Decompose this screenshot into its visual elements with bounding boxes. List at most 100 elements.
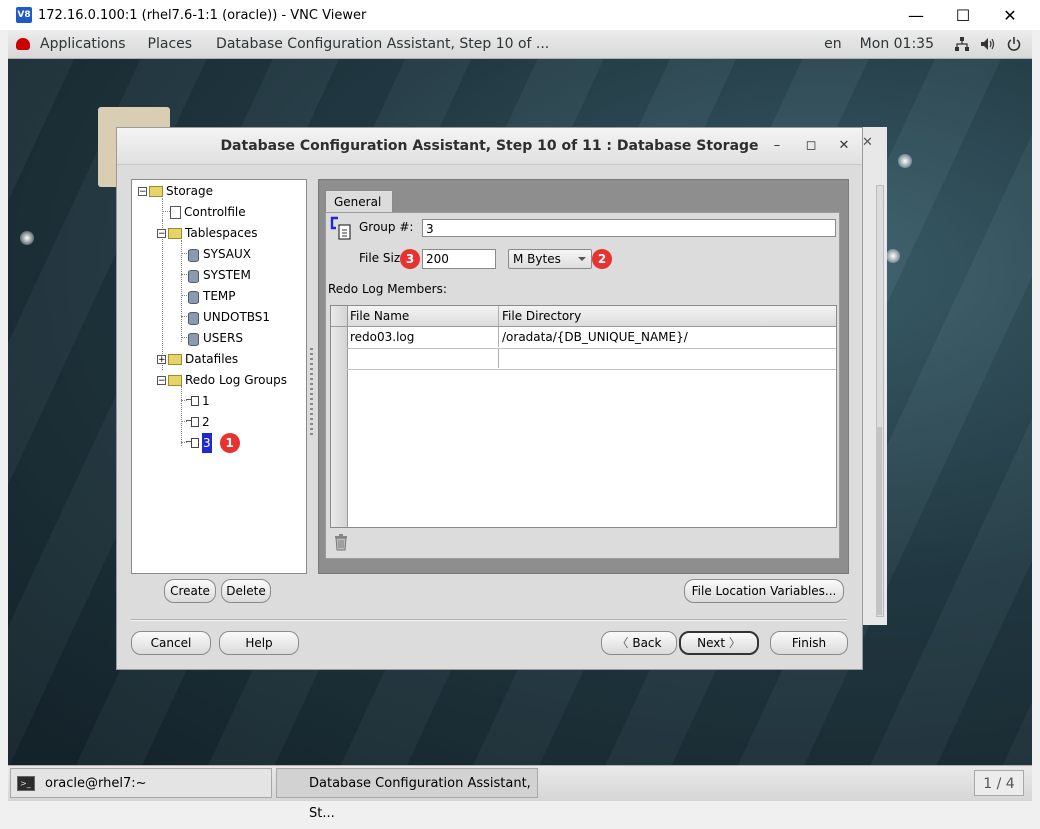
table-cell-empty[interactable] — [499, 348, 836, 368]
tablespace-icon — [186, 332, 200, 346]
tree-node-redo-group-3[interactable]: 3 1 — [186, 433, 240, 453]
tree-label: TEMP — [203, 289, 236, 303]
system-tray: en Mon 01:35 — [824, 30, 1032, 58]
cancel-button[interactable]: Cancel — [131, 631, 211, 655]
applications-menu[interactable]: Applications — [40, 36, 126, 52]
tree-node-temp[interactable]: TEMP — [186, 286, 236, 306]
panel-splitter[interactable] — [310, 348, 313, 438]
tab-general[interactable]: General — [325, 190, 393, 213]
file-location-variables-button[interactable]: File Location Variables... — [684, 579, 844, 603]
dialog-maximize-button[interactable]: ◻ — [799, 134, 823, 158]
vnc-close-button[interactable]: ✕ — [987, 0, 1033, 30]
tree-node-system[interactable]: SYSTEM — [186, 265, 251, 285]
column-header-file-directory[interactable]: File Directory — [499, 306, 836, 326]
chevron-right-icon: 〉 — [728, 636, 741, 650]
table-cell-file-name[interactable]: redo03.log — [347, 327, 499, 347]
file-size-unit-select[interactable]: M Bytes — [508, 249, 592, 269]
taskbar-item-terminal[interactable]: >_ oracle@rhel7:~ — [10, 768, 272, 798]
vnc-logo-icon: V8 — [16, 7, 32, 23]
redo-log-group-icon — [186, 395, 200, 407]
table-cell-empty[interactable] — [347, 348, 499, 368]
gnome-top-bar: Applications Places Database Configurati… — [8, 30, 1032, 59]
bottom-taskbar: >_ oracle@rhel7:~ Database Configuration… — [8, 765, 1032, 821]
volume-icon[interactable] — [980, 36, 996, 52]
vnc-frame-right — [1032, 30, 1040, 807]
controlfile-icon — [170, 205, 181, 219]
group-number-label: Group #: — [359, 220, 414, 234]
folder-icon — [168, 227, 182, 239]
workspace-pager[interactable]: 1 / 4 — [974, 770, 1024, 796]
collapse-toggle-icon[interactable]: − — [157, 228, 166, 238]
wallpaper-light-dot — [20, 231, 34, 245]
chevron-down-icon — [578, 257, 586, 261]
folder-icon — [168, 353, 182, 365]
tree-node-controlfile[interactable]: Controlfile — [170, 202, 246, 222]
detail-panel: General Group #: 3 File Size 3 200 M Byt… — [318, 179, 849, 574]
power-icon[interactable] — [1006, 36, 1022, 52]
network-icon[interactable] — [954, 36, 970, 52]
footer-divider — [131, 619, 847, 621]
places-menu[interactable]: Places — [148, 36, 193, 52]
trash-icon[interactable] — [334, 533, 348, 551]
collapse-toggle-icon[interactable]: − — [157, 375, 166, 385]
tablespace-icon — [186, 248, 200, 262]
general-tab-content: Group #: 3 File Size 3 200 M Bytes 2 Red… — [325, 212, 840, 559]
tree-node-storage[interactable]: − Storage — [138, 181, 213, 201]
group-number-field[interactable]: 3 — [422, 219, 836, 237]
tree-node-redo-log-groups[interactable]: − Redo Log Groups — [157, 370, 287, 390]
background-window-close-button[interactable]: ✕ — [862, 135, 873, 150]
vnc-minimize-button[interactable]: — — [893, 0, 939, 30]
finish-button[interactable]: Finish — [770, 631, 848, 655]
storage-tree: − Storage Controlfile − Tablespaces SYSA… — [131, 179, 307, 574]
help-button[interactable]: Help — [219, 631, 299, 655]
dialog-title: Database Configuration Assistant, Step 1… — [220, 138, 759, 154]
table-cell-file-directory[interactable]: /oradata/{DB_UNIQUE_NAME}/ — [499, 327, 836, 347]
tree-label: SYSTEM — [203, 268, 251, 282]
vnc-maximize-button[interactable]: ☐ — [940, 0, 986, 30]
tree-node-redo-group-1[interactable]: 1 — [186, 391, 210, 411]
row-headers — [331, 327, 348, 527]
file-size-field[interactable]: 200 — [422, 249, 496, 269]
dialog-close-button[interactable]: ✕ — [832, 134, 856, 158]
table-header: File Name File Directory — [331, 306, 836, 327]
redo-log-group-icon — [186, 437, 200, 449]
vnc-frame-left — [0, 30, 8, 807]
background-window-scroll-thumb[interactable] — [876, 427, 882, 615]
tree-node-datafiles[interactable]: + Datafiles — [157, 349, 238, 369]
back-label: Back — [632, 636, 662, 650]
tree-label: SYSAUX — [203, 247, 251, 261]
dialog-minimize-button[interactable]: – — [765, 134, 789, 158]
tree-label: 2 — [202, 415, 210, 429]
tree-node-undotbs1[interactable]: UNDOTBS1 — [186, 307, 270, 327]
annotation-badge-2: 2 — [592, 249, 612, 269]
wallpaper-light-dot — [898, 154, 912, 168]
tree-label: Redo Log Groups — [185, 373, 287, 387]
unit-selected-value: M Bytes — [513, 252, 561, 266]
delete-button[interactable]: Delete — [221, 579, 271, 603]
redo-log-members-table: File Name File Directory redo03.log /ora… — [330, 305, 837, 528]
back-button[interactable]: 〈 Back — [601, 631, 677, 655]
tree-label: UNDOTBS1 — [203, 310, 271, 324]
tree-label: Controlfile — [184, 205, 246, 219]
tablespace-icon — [186, 290, 200, 304]
active-window-title[interactable]: Database Configuration Assistant, Step 1… — [216, 36, 549, 52]
tree-label-selected: 3 — [202, 433, 212, 453]
tree-node-tablespaces[interactable]: − Tablespaces — [157, 223, 258, 243]
tree-node-users[interactable]: USERS — [186, 328, 243, 348]
next-button[interactable]: Next 〉 — [679, 631, 759, 655]
tree-node-redo-group-2[interactable]: 2 — [186, 412, 210, 432]
tree-node-sysaux[interactable]: SYSAUX — [186, 244, 251, 264]
clock[interactable]: Mon 01:35 — [860, 36, 934, 52]
tree-label: Datafiles — [185, 352, 239, 366]
collapse-toggle-icon[interactable]: − — [138, 186, 147, 196]
column-header-file-name[interactable]: File Name — [347, 306, 499, 326]
language-indicator[interactable]: en — [824, 36, 842, 52]
tree-label: Storage — [166, 184, 213, 198]
expand-toggle-icon[interactable]: + — [157, 354, 166, 364]
create-button[interactable]: Create — [164, 579, 216, 603]
redhat-icon — [16, 38, 30, 50]
taskbar-item-label: oracle@rhel7:~ — [45, 776, 147, 791]
taskbar-item-dbca[interactable]: Database Configuration Assistant, St... — [276, 768, 538, 821]
dbca-dialog: Database Configuration Assistant, Step 1… — [116, 127, 863, 670]
terminal-icon: >_ — [17, 776, 35, 791]
